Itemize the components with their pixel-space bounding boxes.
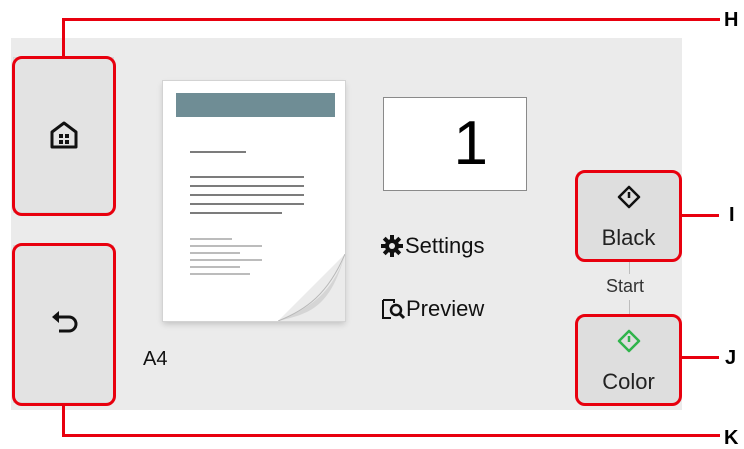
- callout-i-label: I: [729, 204, 735, 226]
- document-line: [190, 194, 304, 196]
- preview-label: Preview: [406, 296, 485, 321]
- document-line: [190, 273, 250, 275]
- document-line: [190, 176, 304, 178]
- document-line: [190, 151, 246, 153]
- callout-h-leader: [62, 20, 65, 57]
- settings-button[interactable]: Settings: [381, 233, 485, 259]
- callout-i-box: [575, 170, 682, 262]
- callout-h-leader: [62, 18, 720, 21]
- document-line: [190, 238, 232, 240]
- document-line: [190, 203, 304, 205]
- callout-k-leader: [62, 434, 720, 437]
- document-line: [190, 185, 304, 187]
- settings-label: Settings: [405, 233, 485, 258]
- page-curl-icon: [278, 254, 345, 321]
- document-preview: [163, 81, 345, 321]
- callout-j-leader: [681, 356, 719, 359]
- callout-k-leader: [62, 405, 65, 437]
- document-line: [190, 252, 240, 254]
- callout-h-box: [12, 56, 116, 216]
- document-header-band: [176, 93, 335, 117]
- start-caption: Start: [606, 276, 645, 296]
- callout-k-box: [12, 243, 116, 406]
- copies-value: 1: [453, 109, 488, 178]
- document-line: [190, 212, 282, 214]
- paper-size: A4: [143, 348, 168, 370]
- document-line: [190, 245, 262, 247]
- document-line: [190, 266, 240, 268]
- copies-field[interactable]: 1: [383, 97, 527, 191]
- document-line: [190, 259, 262, 261]
- callout-k-label: K: [724, 427, 739, 449]
- preview-magnifier-icon: [382, 299, 405, 320]
- start-divider: [629, 300, 630, 314]
- start-divider: [629, 262, 630, 274]
- callout-h-label: H: [724, 9, 739, 31]
- callout-i-leader: [681, 214, 719, 217]
- callout-j-box: [575, 314, 682, 406]
- callout-j-label: J: [725, 347, 737, 369]
- gear-icon: [381, 235, 403, 257]
- preview-button[interactable]: Preview: [381, 296, 484, 322]
